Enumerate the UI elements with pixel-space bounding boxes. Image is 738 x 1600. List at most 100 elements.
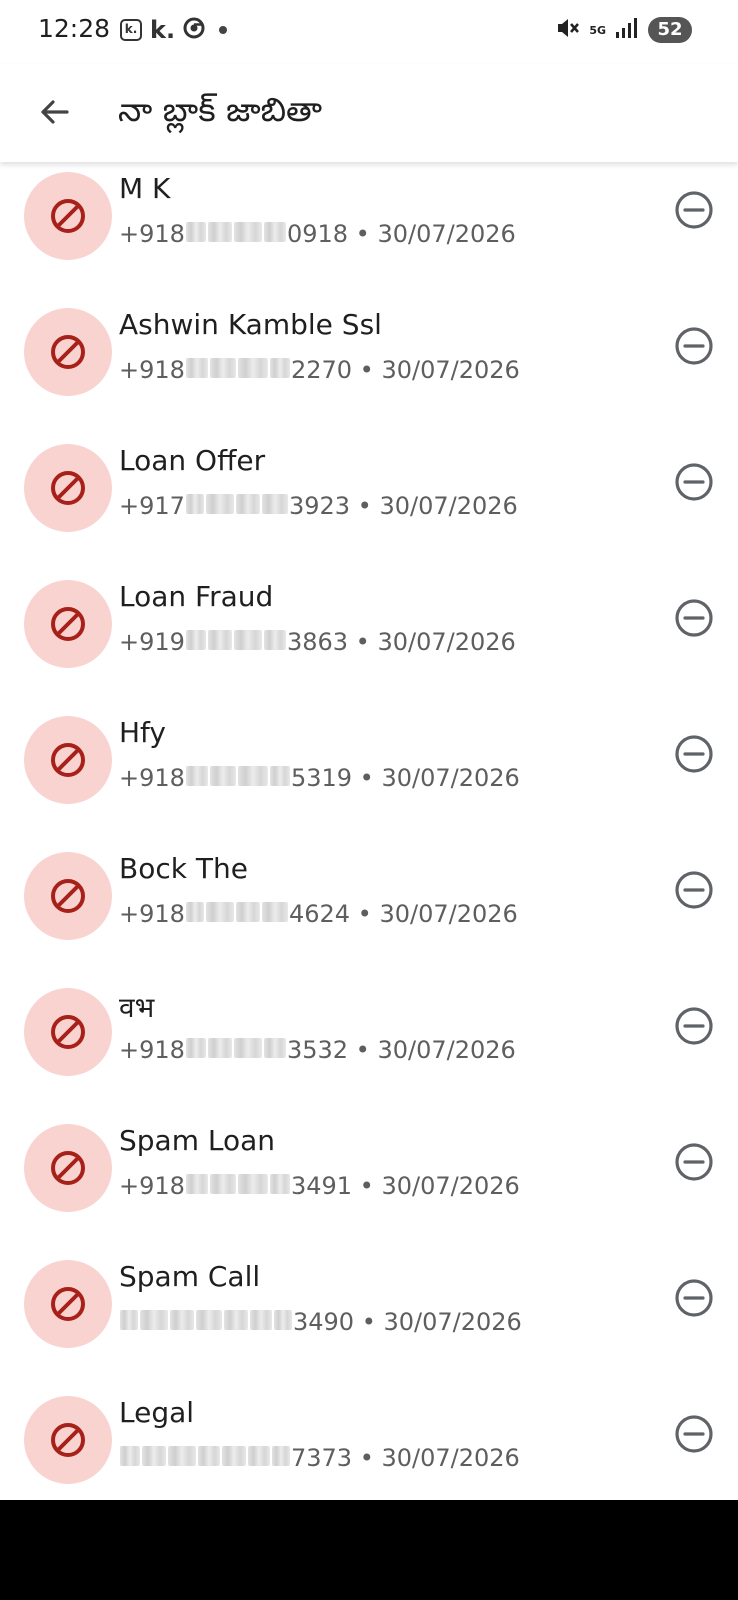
blocked-list-item[interactable]: वभ +91 8 3532 • 30/07/2026 [0,978,738,1114]
block-icon [51,335,85,369]
block-avatar [24,716,112,804]
redaction-block [263,222,286,242]
redacted-digits [119,1444,291,1472]
separator: • [352,764,382,792]
contact-number-date: +91 7 3923 • 30/07/2026 [119,492,518,520]
unblock-button[interactable] [670,594,718,642]
signal-icon [614,16,640,44]
blocked-list-item[interactable]: Ashwin Kamble Ssl +91 8 2270 • 30/07/2026 [0,298,738,434]
remove-circle-icon [675,1007,713,1045]
redacted-digits [185,492,289,520]
notif-k-icon: k. [150,16,176,44]
contact-name: Hfy [119,716,166,749]
separator: • [350,492,380,520]
redaction-block [120,1446,140,1466]
contact-name: Spam Call [119,1260,261,1293]
contact-name: Spam Loan [119,1124,276,1157]
redaction-block [185,1174,208,1194]
redaction-block [209,1174,236,1194]
remove-circle-icon [675,599,713,637]
redaction-block [207,630,232,650]
blocked-list-item[interactable]: Hfy +91 8 5319 • 30/07/2026 [0,706,738,842]
block-avatar [24,308,112,396]
number-suffix: 2270 [290,356,353,384]
redacted-digits [185,628,287,656]
separator: • [348,1036,378,1064]
unblock-button[interactable] [670,866,718,914]
blocked-list-item[interactable]: Legal 7373 • 30/07/2026 [0,1386,738,1500]
number-first-digit: 8 [169,356,185,384]
blocked-list-item[interactable]: Spam Call 3490 • 30/07/2026 [0,1250,738,1386]
redaction-block [269,766,290,786]
blocked-date: 30/07/2026 [381,764,520,792]
redaction-block [142,1446,166,1466]
number-prefix: +91 [119,220,170,248]
blocked-list-item[interactable]: Loan Offer +91 7 3923 • 30/07/2026 [0,434,738,570]
number-first-digit: 8 [169,220,185,248]
block-icon [51,1015,85,1049]
redaction-block [269,358,290,378]
contact-number-date: 7373 • 30/07/2026 [119,1444,520,1472]
redaction-block [272,1446,290,1466]
unblock-button[interactable] [670,730,718,778]
blocked-date: 30/07/2026 [377,628,516,656]
redaction-block [185,1038,206,1058]
number-first-digit: 7 [169,492,185,520]
contact-name: Bock The [119,852,248,885]
redaction-block [261,902,288,922]
mute-icon [555,16,581,44]
unblock-button[interactable] [670,1274,718,1322]
blocked-list-item[interactable]: Bock The +91 8 4624 • 30/07/2026 [0,842,738,978]
blocked-date: 30/07/2026 [381,356,520,384]
redaction-block [185,630,206,650]
separator: • [352,1172,382,1200]
number-prefix: +91 [119,492,170,520]
block-avatar [24,988,112,1076]
notif-k-box-icon: k. [120,19,142,41]
screen: 12:28 k. k. 5G 52 నా బ్లాక్ జాబితా M K +… [0,0,738,1500]
redaction-block [233,630,262,650]
block-icon [51,199,85,233]
redaction-block [196,1310,222,1330]
block-icon [51,1423,85,1457]
chrome-icon [183,17,205,43]
blocked-date: 30/07/2026 [381,1444,520,1472]
redaction-block [250,1310,272,1330]
unblock-button[interactable] [670,1138,718,1186]
block-icon [51,743,85,777]
blocked-list-item[interactable]: Loan Fraud +91 9 3863 • 30/07/2026 [0,570,738,706]
contact-name: Loan Offer [119,444,266,477]
number-first-digit: 8 [169,764,185,792]
contact-number-date: 3490 • 30/07/2026 [119,1308,522,1336]
unblock-button[interactable] [670,186,718,234]
number-first-digit: 9 [169,628,185,656]
block-icon [51,879,85,913]
redaction-block [274,1310,292,1330]
redaction-block [209,766,236,786]
unblock-button[interactable] [670,1002,718,1050]
block-avatar [24,1124,112,1212]
number-prefix: +91 [119,900,170,928]
contact-name: वभ [119,991,155,1024]
blocked-list-item[interactable]: Spam Loan +91 8 3491 • 30/07/2026 [0,1114,738,1250]
block-avatar [24,1260,112,1348]
separator: • [350,900,380,928]
redaction-block [185,902,204,922]
redaction-block [120,1310,138,1330]
blocked-date: 30/07/2026 [379,492,518,520]
redaction-block [170,1310,194,1330]
number-first-digit: 8 [169,1172,185,1200]
redacted-digits [185,356,291,384]
number-prefix: +91 [119,628,170,656]
separator: • [348,628,378,656]
blocked-date: 30/07/2026 [377,1036,516,1064]
back-button[interactable] [26,84,82,140]
unblock-button[interactable] [670,322,718,370]
redacted-digits [185,1172,291,1200]
number-suffix: 5319 [290,764,353,792]
remove-circle-icon [675,1415,713,1453]
unblock-button[interactable] [670,1410,718,1458]
redaction-block [198,1446,220,1466]
blocked-list-item[interactable]: M K +91 8 0918 • 30/07/2026 [0,162,738,298]
unblock-button[interactable] [670,458,718,506]
